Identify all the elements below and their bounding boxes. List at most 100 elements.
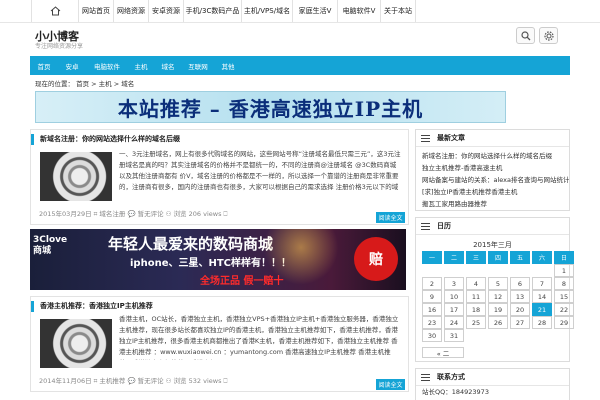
latest-post-link[interactable]: 网站备案与建站的关系：alexa排名查询与网站统计 (416, 174, 569, 186)
settings-button[interactable] (539, 27, 558, 44)
calendar-day[interactable]: 20 (510, 303, 530, 316)
banner-headline: 年轻人最爱来的数码商城 (108, 235, 274, 253)
calendar-weekday: 二 (444, 251, 464, 264)
latest-post-link[interactable]: 新域名注册：你的网站选择什么样的域名后缀 (416, 150, 569, 162)
category-navigation: 首页 安卓 电脑软件 主机 域名 互联网 其他 (30, 56, 570, 75)
calendar-widget: 日历 2015年三月 一二三四五六日 1 2 3 4 5 6 7 8 9 10 11 12 13 14 15 1… (415, 217, 574, 362)
calendar-blank (510, 264, 530, 277)
calendar-day[interactable]: 14 (532, 290, 552, 303)
calendar-day[interactable]: 12 (488, 290, 508, 303)
list-icon (421, 373, 430, 381)
widget-header: 联系方式 (416, 369, 569, 386)
widget-header: 日历 (416, 218, 569, 235)
post-excerpt: 一、3元注册域名，网上有很多代购域名的网站，这些网站号称“注册域名最低只需三元”… (119, 150, 401, 191)
cat-item-internet[interactable]: 互联网 (182, 56, 214, 75)
banner-lights (256, 229, 346, 290)
latest-post-link[interactable]: 独立主机推荐-香港高速主机 (416, 162, 569, 174)
calendar-day[interactable]: 31 (444, 329, 464, 342)
shop-ad-banner[interactable]: 3Clove 商城 年轻人最爱来的数码商城 iphone、三星、HTC样样有！！… (30, 229, 406, 290)
banner-brand-shop: 商城 (33, 246, 52, 256)
calendar-day[interactable]: 11 (466, 290, 486, 303)
read-more-button[interactable]: 阅读全文 (376, 379, 405, 390)
topnav-item-home[interactable]: 网站首页 (79, 0, 114, 22)
calendar-day[interactable]: 9 (422, 290, 442, 303)
calendar-day[interactable]: 26 (488, 316, 508, 329)
calendar-day[interactable]: 29 (554, 316, 574, 329)
calendar-day[interactable]: 16 (422, 303, 442, 316)
latest-posts-widget: 最新文章 新域名注册：你的网站选择什么样的域名后缀 独立主机推荐-香港高速主机 … (415, 129, 570, 211)
calendar-blank (466, 264, 486, 277)
calendar-day[interactable]: 27 (510, 316, 530, 329)
calendar-weekday: 一 (422, 251, 442, 264)
widget-title: 日历 (437, 222, 451, 230)
calendar-day[interactable]: 4 (466, 277, 486, 290)
calendar-prev-month[interactable]: « 二 (422, 347, 464, 358)
cat-item-android[interactable]: 安卓 (58, 56, 86, 75)
calendar-day[interactable]: 1 (554, 264, 574, 277)
cat-item-hosting[interactable]: 主机 (128, 56, 154, 75)
calendar-today[interactable]: 21 (532, 303, 552, 316)
topnav-item-hosting[interactable]: 主机/VPS/域名 (242, 0, 293, 22)
calendar-day[interactable]: 22 (554, 303, 574, 316)
calendar-day[interactable]: 6 (510, 277, 530, 290)
topnav-item-about[interactable]: 关于本站 (381, 0, 416, 22)
calendar-weekday: 四 (488, 251, 508, 264)
calendar-day[interactable]: 2 (422, 277, 442, 290)
latest-post-link[interactable]: 搬瓦工家用路由器推荐 (416, 198, 569, 210)
calendar-blank (532, 264, 552, 277)
search-button[interactable] (516, 27, 535, 44)
calendar-day[interactable]: 18 (466, 303, 486, 316)
cat-item-domain[interactable]: 域名 (154, 56, 182, 75)
calendar-day[interactable]: 3 (444, 277, 464, 290)
banner-brand-name: 3Clove (33, 235, 68, 245)
calendar-blank (422, 264, 442, 277)
calendar-day[interactable]: 5 (488, 277, 508, 290)
post-title[interactable]: 新域名注册：你的网站选择什么样的域名后缀 (31, 134, 180, 145)
top-navigation: 网站首页 网络资源 安卓资源 手机/3C数码产品 主机/VPS/域名 家庭生活V… (31, 0, 416, 22)
widget-title: 最新文章 (437, 134, 465, 142)
calendar-day[interactable]: 7 (532, 277, 552, 290)
widget-header: 最新文章 (416, 130, 569, 147)
calendar-day[interactable]: 30 (422, 329, 442, 342)
post-meta: 2014年11月06日 ⌗ 主机推荐 💬 暂无评论 ⚇ 浏览 532 views… (39, 377, 228, 385)
post-thumbnail[interactable] (40, 152, 112, 201)
topnav-item-android[interactable]: 安卓资源 (149, 0, 184, 22)
latest-post-link[interactable]: [求]独立IP香港主机推荐香港主机 (416, 186, 569, 198)
breadcrumb: 现在的位置： 首页 > 主机 > 域名 (35, 80, 135, 88)
topnav-item-digital[interactable]: 手机/3C数码产品 (184, 0, 242, 22)
post-thumbnail[interactable] (40, 319, 112, 368)
calendar-day[interactable]: 10 (444, 290, 464, 303)
list-icon (421, 134, 430, 142)
cat-item-other[interactable]: 其他 (214, 56, 242, 75)
post-title[interactable]: 香港主机推荐：香港独立IP主机推荐 (31, 301, 153, 312)
calendar-day[interactable]: 13 (510, 290, 530, 303)
calendar-day[interactable]: 15 (554, 290, 574, 303)
calendar-day[interactable]: 24 (444, 316, 464, 329)
widget-title: 联系方式 (437, 373, 465, 381)
post-excerpt: 香港主机，OC站长，香港独立主机，香港独立VPS+香港独立IP主机+香港独立服务… (119, 315, 399, 360)
calendar-grid: 一二三四五六日 1 2 3 4 5 6 7 8 9 10 11 12 13 14 15 16 17 18 19 20 21… (422, 251, 574, 342)
contact-widget: 联系方式 站长QQ：184923973 (415, 368, 570, 400)
calendar-blank (488, 264, 508, 277)
calendar-day[interactable]: 25 (466, 316, 486, 329)
list-icon (421, 222, 430, 230)
topnav-item-software[interactable]: 电脑软件V (338, 0, 381, 22)
calendar-day[interactable]: 8 (554, 277, 574, 290)
calendar-day[interactable]: 23 (422, 316, 442, 329)
topnav-item-life[interactable]: 家庭生活V (293, 0, 338, 22)
calendar-month: 2015年三月 (473, 241, 512, 249)
post-card: 新域名注册：你的网站选择什么样的域名后缀 一、3元注册域名，网上有很多代购域名的… (30, 129, 409, 225)
banner-brand: 3Clove 商城 (33, 235, 67, 257)
calendar-weekday: 五 (510, 251, 530, 264)
read-more-button[interactable]: 阅读全文 (376, 212, 405, 223)
cat-item-home[interactable]: 首页 (30, 56, 58, 75)
cat-item-software[interactable]: 电脑软件 (86, 56, 128, 75)
banner-seal: 赔 (354, 237, 398, 281)
calendar-day[interactable]: 28 (532, 316, 552, 329)
calendar-day[interactable]: 17 (444, 303, 464, 316)
home-button[interactable] (32, 0, 79, 22)
calendar-day[interactable]: 19 (488, 303, 508, 316)
topnav-item-resources[interactable]: 网络资源 (114, 0, 149, 22)
site-subtitle: 专注网络资源分享 (35, 43, 84, 50)
hosting-ad-banner[interactable]: 本站推荐 – 香港高速独立IP主机 (35, 91, 506, 123)
